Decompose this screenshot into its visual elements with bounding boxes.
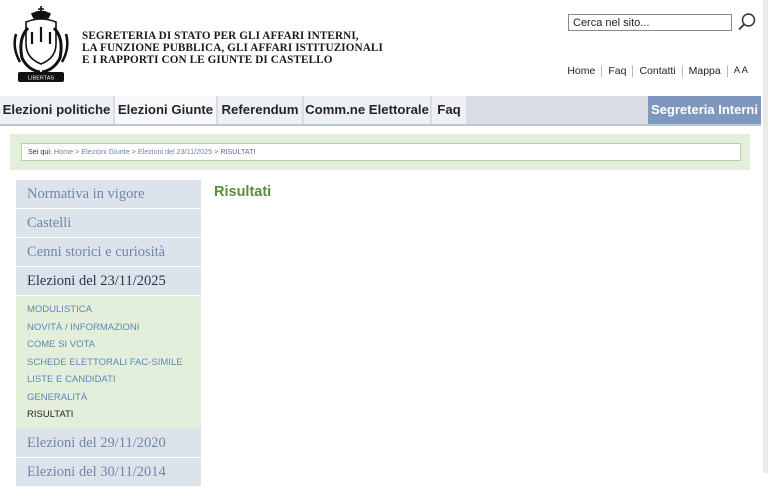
submenu-item-schede-fac-simile[interactable]: SCHEDE ELETTORALI FAC-SIMILE	[27, 354, 201, 372]
window-edge	[763, 0, 768, 473]
breadcrumb-current: RISULTATI	[220, 147, 256, 156]
sidebar-item-castelli[interactable]: Castelli	[16, 209, 201, 238]
sidebar-item-normativa[interactable]: Normativa in vigore	[16, 180, 201, 209]
util-link-contatti[interactable]: Contatti	[632, 65, 681, 77]
submenu-item-generalita[interactable]: GENERALITÀ	[27, 389, 201, 407]
tab-elezioni-giunte[interactable]: Elezioni Giunte	[115, 96, 216, 124]
main-nav: Elezioni politiche Elezioni Giunte Refer…	[0, 96, 761, 126]
breadcrumb-separator: >	[214, 147, 219, 156]
util-link-home[interactable]: Home	[561, 65, 601, 77]
submenu-item-novita[interactable]: NOVITÀ / INFORMAZIONI	[27, 319, 201, 337]
utility-links: Home Faq Contatti Mappa A A	[561, 65, 748, 77]
submenu-item-liste-candidati[interactable]: LISTE E CANDIDATI	[27, 371, 201, 389]
sidebar-item-elezioni-2014[interactable]: Elezioni del 30/11/2014	[16, 457, 201, 487]
org-title: SEGRETERIA DI STATO PER GLI AFFARI INTER…	[82, 30, 383, 66]
sidebar-item-elezioni-2020[interactable]: Elezioni del 29/11/2020	[16, 428, 201, 458]
tab-elezioni-politiche[interactable]: Elezioni politiche	[0, 96, 113, 124]
sidebar-submenu: MODULISTICA NOVITÀ / INFORMAZIONI COME S…	[16, 296, 201, 429]
breadcrumb-elezioni-giunte[interactable]: Elezioni Giunte	[81, 147, 129, 156]
submenu-item-risultati[interactable]: RISULTATI	[27, 406, 201, 424]
page-title: Risultati	[214, 184, 272, 200]
font-size-toggle[interactable]: A A	[726, 65, 748, 77]
tab-referendum[interactable]: Referendum	[218, 96, 302, 124]
org-title-line2: LA FUNZIONE PUBBLICA, GLI AFFARI ISTITUZ…	[82, 42, 383, 54]
san-marino-coat-of-arms-icon[interactable]: LIBERTAS	[8, 4, 74, 86]
submenu-item-come-si-vota[interactable]: COME SI VOTA	[27, 336, 201, 354]
breadcrumb-label: Sei qui:	[28, 147, 52, 156]
breadcrumb-separator: >	[131, 147, 136, 156]
tab-faq[interactable]: Faq	[432, 96, 466, 124]
org-title-line3: E I RAPPORTI CON LE GIUNTE DI CASTELLO	[82, 54, 333, 66]
logo-motto: LIBERTAS	[28, 76, 54, 82]
breadcrumb-home[interactable]: Home	[54, 147, 73, 156]
util-link-faq[interactable]: Faq	[601, 65, 632, 77]
breadcrumb-elezioni-2025[interactable]: Elezioni del 23/11/2025	[138, 147, 212, 156]
search-icon[interactable]	[737, 12, 757, 32]
sidebar: Normativa in vigore Castelli Cenni stori…	[16, 180, 201, 487]
nav-segreteria-interni[interactable]: Segreteria Interni	[648, 96, 761, 124]
site-header: LIBERTAS SEGRETERIA DI STATO PER GLI AFF…	[0, 0, 768, 96]
util-link-mappa[interactable]: Mappa	[681, 65, 727, 77]
breadcrumb: Sei qui: Home > Elezioni Giunte > Elezio…	[21, 143, 741, 161]
submenu-item-modulistica[interactable]: MODULISTICA	[27, 301, 201, 319]
sidebar-item-cenni-storici[interactable]: Cenni storici e curiosità	[16, 238, 201, 267]
breadcrumb-separator: >	[75, 147, 80, 156]
org-title-line1: SEGRETERIA DI STATO PER GLI AFFARI INTER…	[82, 30, 359, 42]
search-input[interactable]	[568, 14, 732, 31]
tab-comm-elettorale[interactable]: Comm.ne Elettorale	[304, 96, 430, 124]
sidebar-item-elezioni-2025[interactable]: Elezioni del 23/11/2025	[16, 267, 201, 296]
